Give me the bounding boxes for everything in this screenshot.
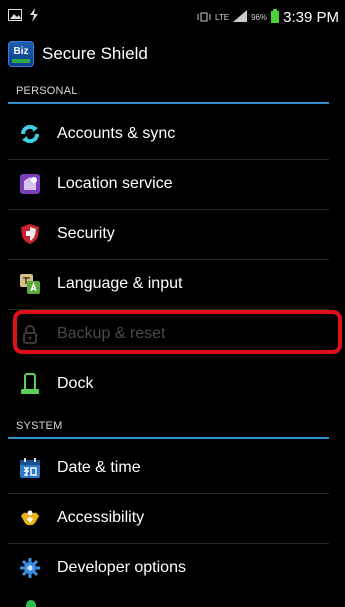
language-icon: [18, 272, 42, 296]
settings-item-accounts-sync[interactable]: Accounts & sync: [0, 109, 345, 159]
clock: 3:39 PM: [283, 8, 339, 26]
status-bar: LTE 96% 3:39 PM: [0, 0, 345, 34]
battery-icon: [271, 8, 280, 26]
usb-notification-icon: [28, 7, 40, 27]
app-icon[interactable]: Biz: [8, 41, 34, 67]
settings-item-label: Security: [57, 225, 115, 242]
partial-item-icon: [26, 600, 36, 607]
app-icon-text: Biz: [13, 45, 29, 57]
location-icon: [18, 172, 42, 196]
calendar-icon: [18, 456, 42, 480]
settings-item-date-time[interactable]: Date & time: [0, 443, 345, 493]
action-bar: Biz Secure Shield: [0, 34, 345, 74]
settings-item-security[interactable]: Security: [0, 209, 345, 259]
settings-item-label: Accounts & sync: [57, 125, 176, 142]
settings-item-label: Developer options: [57, 559, 186, 576]
settings-item-developer-options[interactable]: Developer options: [0, 543, 345, 593]
sync-icon: [18, 122, 42, 146]
settings-item-label: Accessibility: [57, 509, 145, 526]
image-notification-icon: [8, 8, 22, 26]
settings-item-dock[interactable]: Dock: [0, 359, 345, 409]
settings-item-label: Date & time: [57, 459, 141, 476]
gear-icon: [18, 556, 42, 580]
shield-icon: [18, 222, 42, 246]
settings-item-accessibility[interactable]: Accessibility: [0, 493, 345, 543]
settings-item-location-service[interactable]: Location service: [0, 159, 345, 209]
settings-item-label: Language & input: [57, 275, 183, 292]
signal-icon: [233, 9, 248, 25]
section-header-system: SYSTEM: [0, 413, 345, 439]
section-header-personal: PERSONAL: [0, 78, 345, 104]
accessibility-icon: [18, 506, 42, 530]
settings-item-language-input[interactable]: Language & input: [0, 259, 345, 309]
battery-percent: 96%: [251, 12, 268, 22]
highlight-box: [13, 310, 342, 354]
app-title: Secure Shield: [42, 44, 148, 63]
settings-item-label: Dock: [57, 375, 94, 392]
vibrate-icon: [197, 10, 211, 25]
dock-icon: [18, 372, 42, 396]
network-type-label: LTE: [215, 12, 230, 22]
settings-item-label: Location service: [57, 175, 173, 192]
